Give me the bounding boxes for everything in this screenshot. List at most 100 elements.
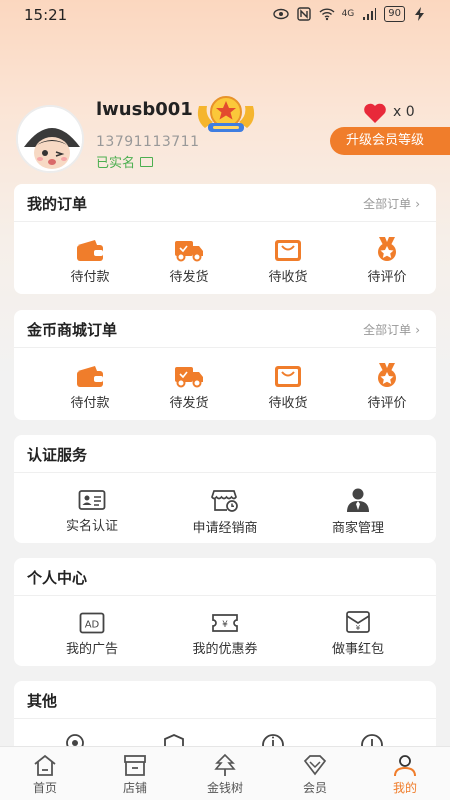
order-label: 待评价 [367, 396, 407, 411]
personal-center-card: 个人中心 AD 我的广告 ¥ 我的优惠券 ¥ 做事红包 [14, 558, 436, 666]
ad-icon: AD [79, 612, 105, 634]
service-label: 申请经销商 [192, 521, 258, 536]
likes-count: x 0 [393, 104, 415, 120]
certification-header: 认证服务 [14, 435, 436, 473]
nav-shop[interactable]: 店铺 [100, 753, 170, 796]
personal-title: 个人中心 [27, 569, 88, 587]
coin-all-orders-label: 全部订单 [363, 323, 412, 337]
home-icon [34, 754, 56, 776]
wallet-icon [77, 240, 103, 261]
bottom-navigation: 首页 店铺 金钱树 会员 我的 [0, 746, 450, 800]
coin-order-pending-payment[interactable]: 待付款 [50, 364, 130, 411]
order-pending-receipt[interactable]: 待收货 [248, 238, 328, 285]
my-orders-header: 我的订单 全部订单 › [14, 184, 436, 222]
order-pending-shipment[interactable]: 待发货 [149, 238, 229, 285]
info-icon[interactable] [260, 733, 286, 747]
my-ads[interactable]: AD 我的广告 [52, 612, 132, 657]
personal-header: 个人中心 [14, 558, 436, 596]
location-icon[interactable] [62, 733, 88, 747]
personal-item-label: 我的优惠券 [192, 642, 258, 657]
shield-icon[interactable] [161, 733, 187, 747]
coin-order-pending-shipment[interactable]: 待发货 [149, 364, 229, 411]
store-icon [211, 490, 238, 512]
avatar[interactable] [16, 105, 84, 173]
coin-order-pending-receipt[interactable]: 待收货 [248, 364, 328, 411]
red-envelope-icon: ¥ [346, 611, 370, 633]
certification-title: 认证服务 [27, 446, 88, 464]
task-red-envelope[interactable]: ¥ 做事红包 [318, 610, 398, 657]
charging-icon [415, 7, 424, 21]
signal-icon [363, 8, 377, 20]
user-icon [394, 755, 416, 777]
coin-all-orders-link[interactable]: 全部订单 › [363, 321, 420, 338]
username: lwusb001 [96, 99, 193, 120]
status-icons: 4G 90 [272, 6, 428, 22]
my-orders-card: 我的订单 全部订单 › 待付款 待发货 待收货 待评价 [14, 184, 436, 294]
order-label: 待付款 [70, 270, 110, 285]
chevron-right-icon: › [415, 323, 420, 337]
alert-icon[interactable] [359, 733, 385, 747]
medal-icon [378, 237, 396, 261]
tree-icon [214, 753, 236, 776]
order-label: 待收货 [268, 270, 308, 285]
apply-dealer[interactable]: 申请经销商 [185, 487, 265, 536]
medal-icon [378, 363, 396, 387]
eye-icon [272, 8, 289, 20]
order-pending-review[interactable]: 待评价 [347, 236, 427, 285]
avatar-image [18, 107, 82, 171]
my-coupons[interactable]: ¥ 我的优惠券 [185, 612, 265, 657]
truck-icon [175, 241, 203, 262]
coin-mall-orders-card: 金币商城订单 全部订单 › 待付款 待发货 待收货 待评价 [14, 310, 436, 420]
nav-label: 我的 [392, 781, 417, 795]
svg-text:AD: AD [85, 620, 100, 631]
verified-text: 已实名 [96, 156, 136, 171]
coin-orders-title: 金币商城订单 [27, 321, 118, 339]
nav-label: 金钱树 [206, 781, 243, 795]
status-time: 15:21 [24, 6, 68, 24]
svg-text:¥: ¥ [356, 624, 361, 632]
wallet-icon [77, 366, 103, 387]
id-card-icon [78, 490, 106, 510]
truck-icon [175, 367, 203, 388]
coin-order-pending-review[interactable]: 待评价 [347, 362, 427, 411]
nfc-icon [296, 7, 311, 21]
order-label: 待付款 [70, 396, 110, 411]
nav-label: 会员 [302, 781, 327, 795]
wifi-icon [319, 8, 335, 21]
diamond-icon [303, 755, 327, 776]
other-header: 其他 [14, 681, 436, 719]
coin-orders-header: 金币商城订单 全部订单 › [14, 310, 436, 348]
box-icon [275, 366, 301, 387]
nav-money-tree[interactable]: 金钱树 [190, 753, 260, 796]
nav-home[interactable]: 首页 [10, 753, 80, 796]
real-name-auth[interactable]: 实名认证 [52, 489, 132, 534]
merchant-management[interactable]: 商家管理 [318, 487, 398, 536]
battery-level: 90 [384, 6, 405, 22]
all-orders-link[interactable]: 全部订单 › [363, 195, 420, 212]
chevron-right-icon: › [415, 197, 420, 211]
network-type: 4G [341, 9, 355, 19]
phone-number: 13791113711 [96, 134, 200, 150]
service-label: 实名认证 [65, 519, 118, 534]
order-pending-payment[interactable]: 待付款 [50, 238, 130, 285]
heart-icon[interactable] [363, 102, 387, 124]
box-icon [275, 240, 301, 261]
member-medal-icon [197, 96, 255, 132]
order-label: 待评价 [367, 270, 407, 285]
status-bar: 15:21 4G 90 [0, 0, 450, 30]
order-label: 待收货 [268, 396, 308, 411]
svg-text:¥: ¥ [222, 620, 228, 630]
order-label: 待发货 [169, 270, 209, 285]
likes-value: 0 [405, 104, 415, 120]
personal-item-label: 做事红包 [331, 642, 384, 657]
upgrade-membership-button[interactable]: 升级会员等级 [330, 127, 450, 155]
nav-label: 首页 [32, 781, 57, 795]
order-label: 待发货 [169, 396, 209, 411]
certification-card: 认证服务 实名认证 申请经销商 商家管理 [14, 435, 436, 543]
coupon-icon: ¥ [212, 614, 238, 632]
nav-label: 店铺 [122, 781, 147, 795]
nav-membership[interactable]: 会员 [280, 753, 350, 796]
nav-mine[interactable]: 我的 [370, 753, 440, 796]
all-orders-label: 全部订单 [363, 197, 412, 211]
verified-status: 已实名 [96, 152, 154, 171]
